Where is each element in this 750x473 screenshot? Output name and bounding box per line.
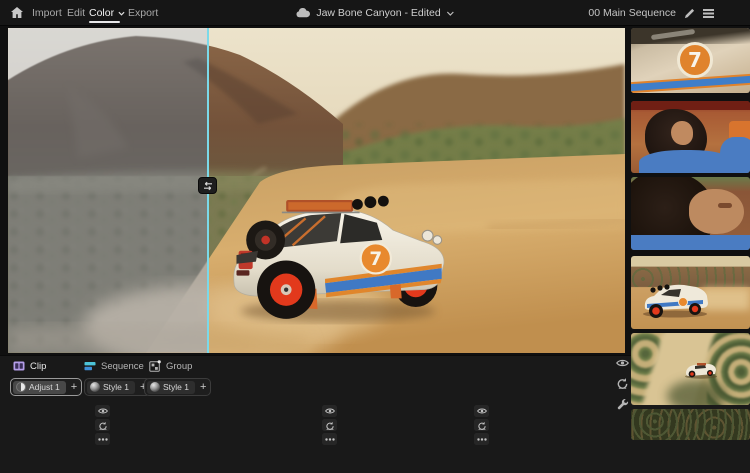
project-title-dropdown[interactable]: Jaw Bone Canyon - Edited [295, 0, 455, 26]
car-roundel-number: 7 [369, 249, 382, 270]
nav-export[interactable]: Export [128, 7, 158, 19]
thumbnail-scrubland-aerial[interactable] [631, 409, 750, 440]
add-style-button[interactable]: + [200, 382, 206, 393]
left-right-arrows-icon [203, 181, 212, 190]
tab-clip[interactable]: Clip [13, 360, 46, 372]
detail-visibility-toggle[interactable] [474, 405, 489, 417]
thumb-car-graphic [685, 363, 717, 379]
basic-reset-button[interactable] [95, 419, 110, 431]
clip-icon [13, 360, 25, 372]
basic-more-button[interactable] [95, 433, 110, 445]
preset-adjust-1[interactable]: Adjust 1 + [10, 378, 83, 396]
nav-edit[interactable]: Edit [67, 7, 85, 19]
preset-style-1-sequence[interactable]: Style 1 + [84, 378, 152, 396]
thumbnail-car-dirt-road[interactable] [631, 256, 750, 329]
adjust-layer-icon [16, 382, 26, 392]
add-adjust-button[interactable]: + [71, 382, 77, 393]
style-layer-icon [90, 382, 100, 392]
detail-more-button[interactable] [474, 433, 489, 445]
premiere-color-workspace: Import Edit Color Export Jaw Bone Canyon… [0, 0, 750, 473]
thumbnail-driver-in-car[interactable] [631, 101, 750, 173]
preset-style-1-group[interactable]: Style 1 + [144, 378, 212, 396]
project-title: Jaw Bone Canyon - Edited [316, 7, 441, 19]
cloud-icon [295, 8, 310, 18]
style-layer-icon [150, 382, 160, 392]
nav-color-underline [89, 21, 120, 23]
sequence-name: 00 Main Sequence [588, 7, 676, 19]
sequence-icon [84, 360, 96, 372]
top-bar: Import Edit Color Export Jaw Bone Canyon… [0, 0, 750, 26]
chevron-down-icon [118, 11, 125, 16]
tab-sequence[interactable]: Sequence [84, 360, 144, 372]
tab-group[interactable]: Group [149, 360, 192, 372]
rename-pencil-icon[interactable] [684, 8, 695, 19]
panel-reset-button[interactable] [616, 377, 629, 389]
hsl-visibility-toggle[interactable] [322, 405, 337, 417]
program-monitor[interactable]: 7 [8, 28, 625, 353]
nav-import[interactable]: Import [32, 7, 62, 19]
wrench-settings-icon[interactable] [617, 398, 629, 410]
thumb-car-graphic [643, 284, 708, 318]
before-pane-ungraded: 7 [8, 28, 207, 353]
chevron-down-icon [447, 11, 455, 16]
sequence-stack-icon[interactable] [703, 8, 714, 18]
hsl-more-button[interactable] [322, 433, 337, 445]
basic-visibility-toggle[interactable] [95, 405, 110, 417]
thumbnail-car-door-closeup[interactable]: 7 [631, 28, 750, 93]
hsl-reset-button[interactable] [322, 419, 337, 431]
thumb-roundel-number: 7 [688, 48, 702, 72]
group-icon [149, 360, 161, 372]
detail-reset-button[interactable] [474, 419, 489, 431]
panel-visibility-toggle[interactable] [616, 358, 629, 368]
thumbnail-car-aerial-trail[interactable] [631, 333, 750, 405]
graded-preview-image: 7 [8, 28, 207, 353]
sequence-group: 00 Main Sequence [588, 0, 714, 26]
thumbnail-driver-portrait[interactable] [631, 177, 750, 250]
split-handle[interactable] [198, 177, 217, 194]
home-icon[interactable] [10, 6, 24, 19]
nav-color[interactable]: Color [89, 7, 125, 19]
